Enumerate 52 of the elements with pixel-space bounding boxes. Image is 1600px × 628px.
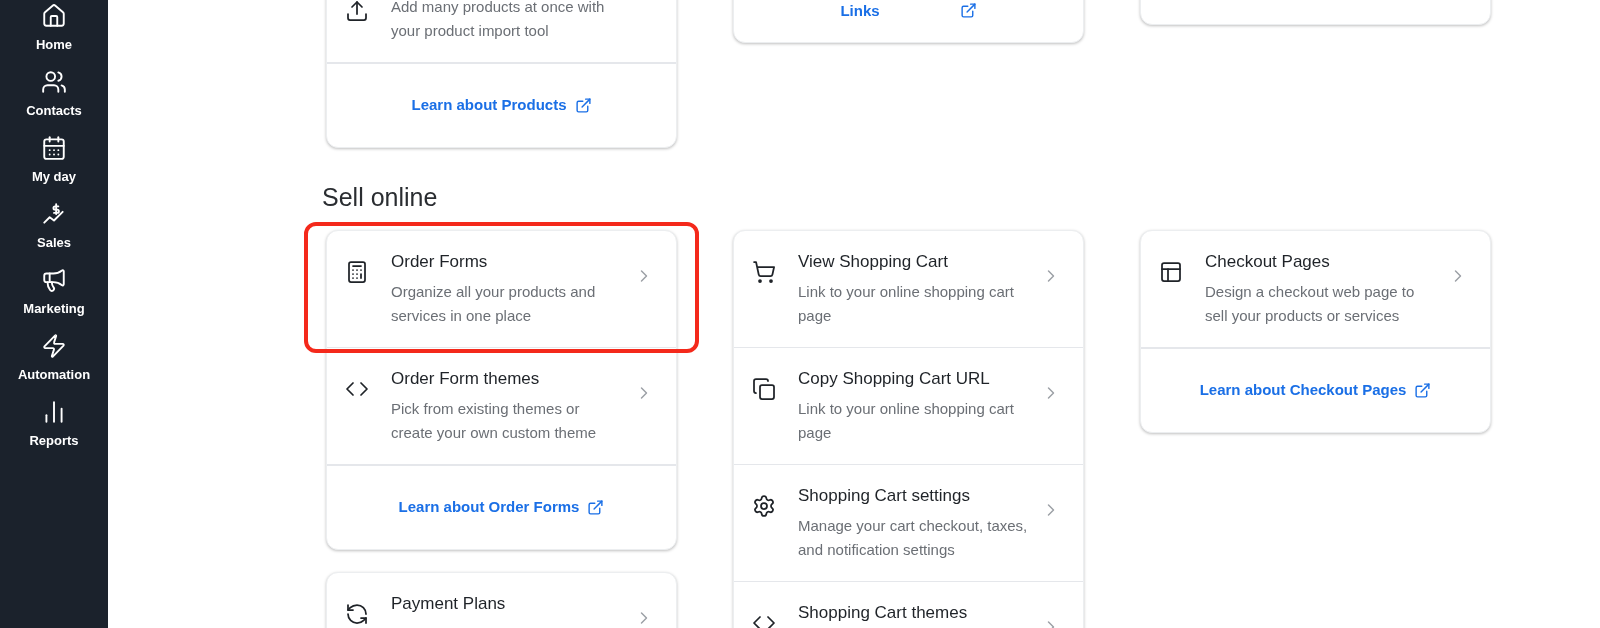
calendar-icon [41,135,67,161]
learn-more-link[interactable]: Learn about Products [411,94,592,117]
row-title: Shopping Cart settings [798,485,971,507]
external-link-icon [959,2,977,20]
card-row[interactable]: Payment Plans [327,573,676,628]
sidebar-item[interactable]: Contacts [0,69,108,135]
external-link-icon [574,97,592,114]
row-description: Add many products at once with your product import tool [391,0,606,41]
settings-icon [752,494,776,518]
upload-icon [345,0,369,23]
sidebar-item[interactable]: Automation [0,333,108,399]
sidebar-item[interactable]: Home [0,3,108,69]
row-description: Link to your online shopping cart page [798,399,1015,443]
row-title: Shopping Cart themes [798,602,969,624]
learn-more-link[interactable]: Learn about Checkout Pages [1199,379,1432,402]
row-title: View Shopping Cart [798,251,949,273]
row-title: Payment Plans [391,593,507,615]
row-title: Order Form themes [391,368,541,390]
external-link-icon [587,499,605,516]
row-description: Manage your cart checkout, taxes, and notification settings [798,516,1029,560]
copy-icon [752,377,776,401]
row-description: Organize all your products and services in one place [391,282,597,326]
row-description: Link to your online shopping cart page [798,282,1015,326]
contacts-icon [41,69,67,95]
card-row[interactable]: Shopping Cart themes [734,582,1083,628]
row-title: Order Forms [391,251,489,273]
lightning-icon [41,333,67,359]
refresh-icon [345,602,369,626]
card-row[interactable]: Order Form themes Pick from existing themes or create your own custom theme [327,348,676,464]
row-description: Design a checkout web page to sell your products or services [1205,282,1416,326]
learn-more-link[interactable]: Learn about Order Forms [398,496,605,519]
section-heading: Sell online [322,182,439,212]
home-icon [41,3,67,29]
row-title: Checkout Pages [1205,251,1331,273]
card-row[interactable]: Shopping Cart settings Manage your cart checkout, taxes, and notification settings [734,465,1083,581]
card-row[interactable]: Copy Shopping Cart URL Link to your online shopping cart page [734,348,1083,464]
card-row[interactable]: Add many products at once with your product import tool [327,0,676,62]
calculator-icon [345,260,369,284]
card-row[interactable]: Order Forms Organize all your products and services in one place [327,231,676,347]
cart-icon [752,260,776,284]
sidebar-item[interactable]: Sales [0,201,108,267]
card-row[interactable]: Checkout Pages Design a checkout web page to sell your products or services [1141,231,1490,347]
sidebar-item[interactable]: My day [0,135,108,201]
row-title: Copy Shopping Cart URL [798,368,991,390]
row-description: Pick from existing themes or create your own custom theme [391,399,598,443]
layout-icon [1159,260,1183,284]
sidebar-item[interactable]: Marketing [0,267,108,333]
megaphone-icon [41,267,67,293]
learn-more-link[interactable]: Links [840,0,977,22]
card-row[interactable]: View Shopping Cart Link to your online shopping cart page [734,231,1083,347]
sidebar-item[interactable]: Reports [0,399,108,465]
external-link-icon [1414,382,1432,399]
